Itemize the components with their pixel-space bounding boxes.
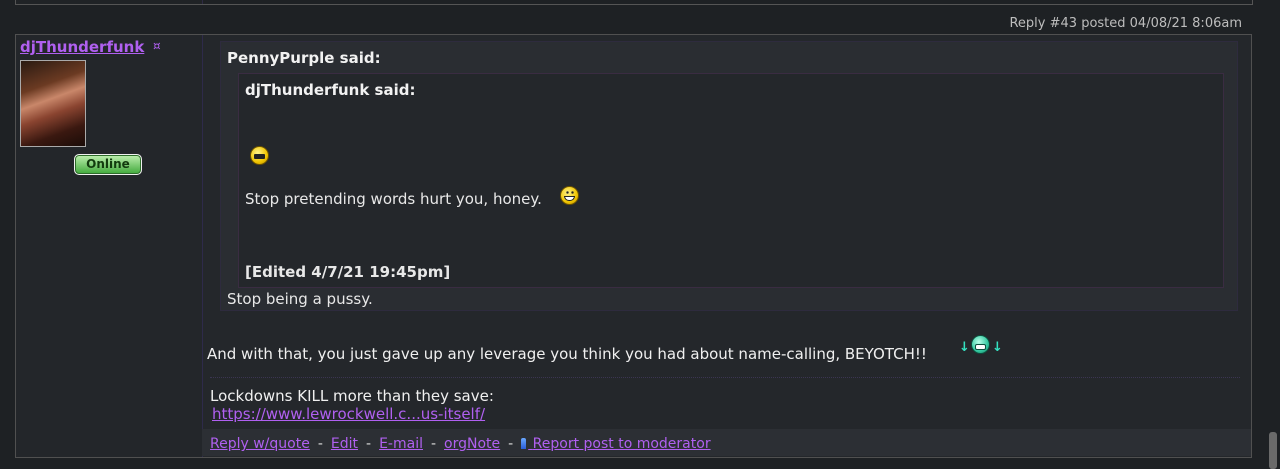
email-link[interactable]: E-mail: [379, 436, 423, 452]
author-username-link[interactable]: djThunderfunk: [20, 38, 144, 56]
page-scrollbar[interactable]: [1266, 0, 1280, 469]
nested-quote-block: djThunderfunk said: Stop pretending word…: [238, 73, 1224, 288]
online-status-badge: Online: [74, 154, 142, 175]
grinning-smiley-icon: [560, 186, 579, 205]
report-post-link[interactable]: Report post to moderator: [521, 436, 711, 452]
footer-separator: -: [508, 436, 514, 452]
signature-divider: [210, 377, 1240, 378]
author-marker-icon: ¤: [153, 39, 161, 53]
edit-link[interactable]: Edit: [331, 436, 358, 452]
post-footer-actions: Reply w/quote - Edit - E-mail - orgNote - Repor…: [202, 429, 1251, 456]
quote-block: PennyPurple said: djThunderfunk said: St…: [220, 41, 1238, 311]
footer-separator: -: [430, 436, 437, 452]
orgnote-link[interactable]: orgNote: [444, 436, 500, 452]
flat-mouth-smiley-icon: [250, 146, 269, 165]
reply-with-quote-link[interactable]: Reply w/quote: [210, 436, 310, 452]
nested-quote-text: Stop pretending words hurt you, honey.: [245, 190, 542, 208]
signature-link[interactable]: https://www.lewrockwell.c...us-itself/: [212, 405, 485, 423]
pin-icon: [521, 438, 527, 449]
post-content: PennyPurple said: djThunderfunk said: St…: [202, 35, 1251, 457]
previous-post-sidebar: [16, 0, 203, 4]
post-reply-info: Reply #43 posted 04/08/21 8:06am: [1009, 16, 1242, 31]
forum-post: djThunderfunk ¤ Online PennyPurple said:…: [15, 34, 1252, 458]
previous-post-edge: [15, 0, 1253, 5]
nested-quote-edited-note: [Edited 4/7/21 19:45pm]: [245, 263, 451, 281]
post-body-text: And with that, you just gave up any leve…: [207, 345, 927, 363]
author-sidebar: djThunderfunk ¤ Online: [16, 35, 203, 457]
down-arrow-icon: ↓: [992, 340, 1003, 355]
nested-quote-author: djThunderfunk said:: [245, 81, 416, 99]
down-arrow-icon: ↓: [959, 340, 970, 355]
nested-quote-text-content: Stop pretending words hurt you, honey.: [245, 190, 542, 208]
author-avatar[interactable]: [20, 60, 86, 147]
grin-face-icon: [971, 335, 990, 354]
report-post-label: Report post to moderator: [532, 436, 711, 452]
footer-separator: -: [366, 436, 372, 452]
quote-author: PennyPurple said:: [227, 49, 381, 67]
updown-arrows-grin-icon: ↓ ↓: [959, 335, 1003, 357]
footer-separator: -: [317, 436, 323, 452]
signature-text: Lockdowns KILL more than they save:: [210, 387, 494, 405]
quote-reply-text: Stop being a pussy.: [227, 290, 373, 308]
scrollbar-thumb[interactable]: [1269, 432, 1277, 469]
